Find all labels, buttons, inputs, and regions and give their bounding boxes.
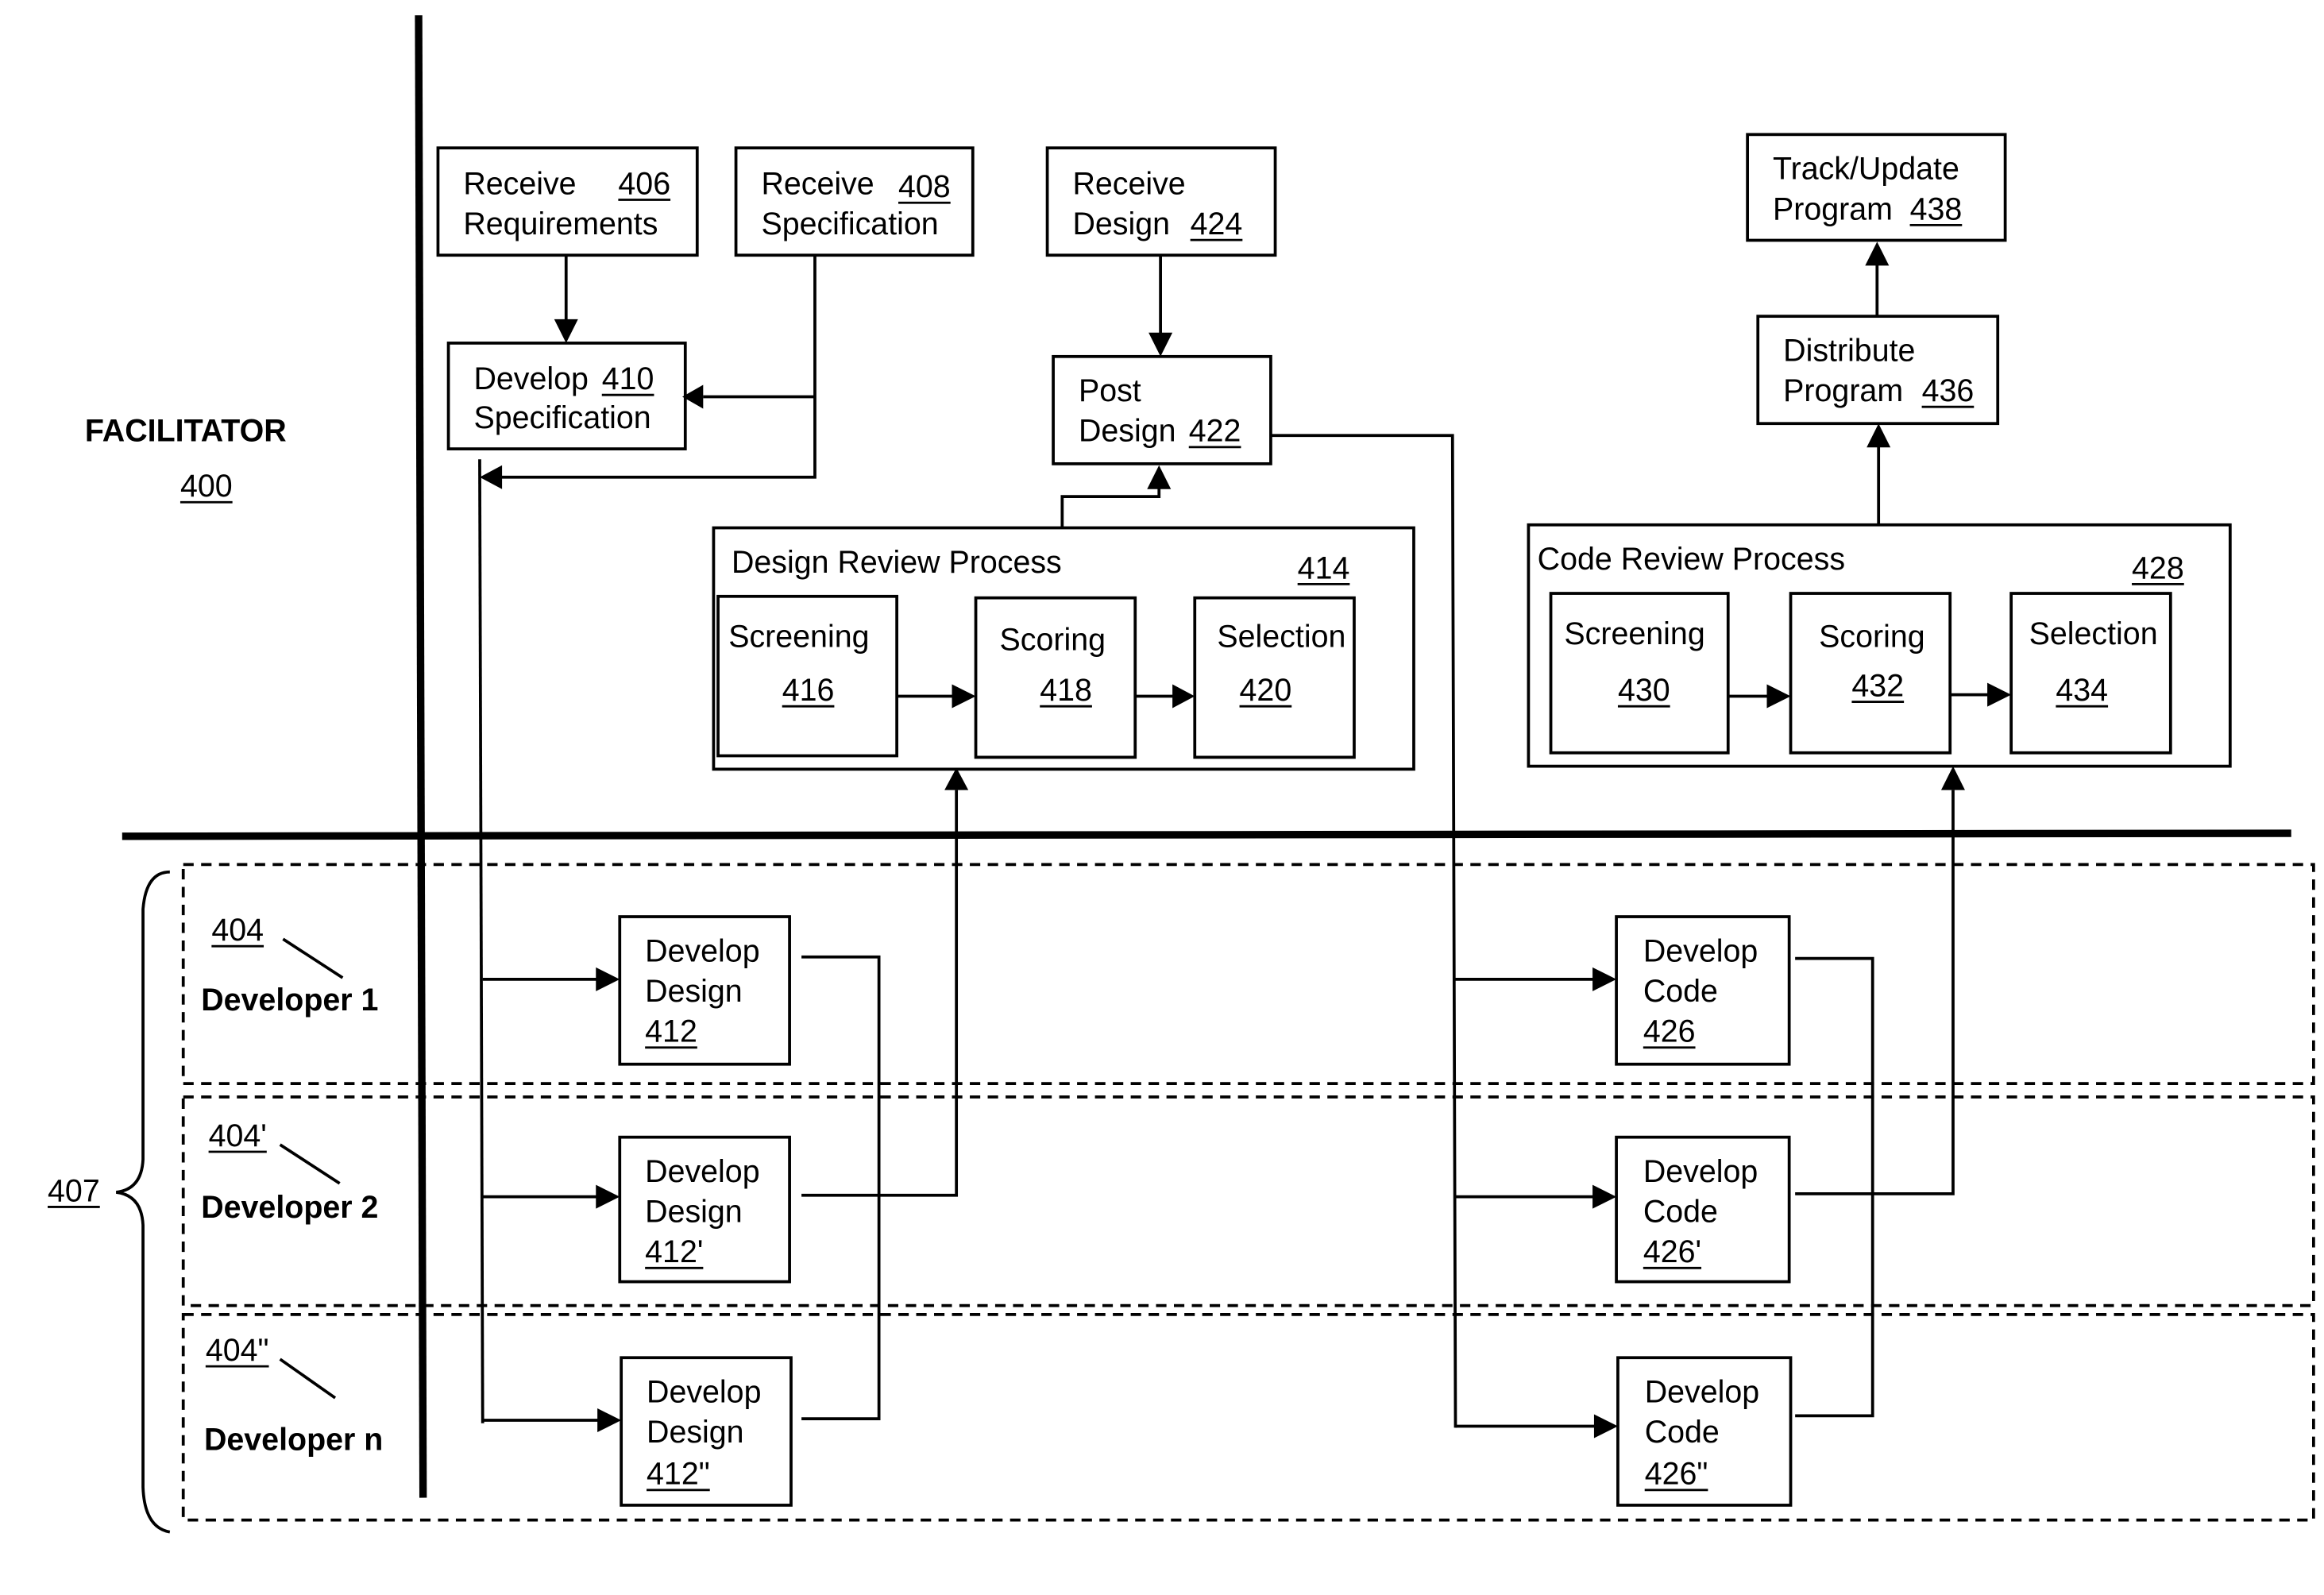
design-scoring-step: Scoring 418: [974, 596, 1137, 759]
box-text: Design: [645, 1195, 743, 1230]
box-text: Design: [647, 1415, 744, 1450]
process-title: Code Review Process: [1538, 542, 1845, 577]
box-text: Distribute: [1783, 333, 1915, 368]
step-label: Screening: [1564, 616, 1704, 651]
box-text: Develop: [1643, 933, 1758, 968]
developer-ref: 404': [209, 1118, 267, 1153]
box-text: Develop: [473, 361, 588, 396]
process-ref: 428: [2132, 550, 2184, 585]
step-ref: 432: [1851, 668, 1904, 703]
box-text: Develop: [647, 1375, 761, 1410]
receive-specification-box: Receive 408 Specification: [734, 146, 975, 257]
box-text: Program: [1783, 373, 1903, 408]
process-title: Design Review Process: [732, 545, 1062, 580]
box-text: Track/Update: [1773, 152, 1959, 187]
box-text: Receive: [761, 166, 874, 201]
developer-lane-n: [181, 1312, 2315, 1522]
step-label: Scoring: [1000, 622, 1106, 657]
box-text: Develop: [1645, 1375, 1759, 1410]
developer-lane-2: [181, 1095, 2315, 1307]
box-ref: 426': [1643, 1234, 1701, 1269]
receive-requirements-box: Receive 406 Requirements: [436, 146, 699, 257]
develop-specification-box: Develop 410 Specification: [446, 342, 687, 450]
box-text: Code: [1645, 1415, 1720, 1450]
facilitator-ref: 400: [180, 469, 233, 504]
developer-n-label: 404" Developer n: [204, 1333, 383, 1458]
box-ref: 436: [1922, 373, 1975, 408]
box-text: Design: [1072, 207, 1170, 241]
develop-code-box-1: Develop Code 426: [1615, 915, 1791, 1066]
step-ref: 434: [2056, 673, 2108, 708]
box-text: Receive: [1072, 166, 1185, 201]
box-ref: 438: [1910, 191, 1963, 226]
design-review-process: Design Review Process 414 Screening 416 …: [712, 526, 1415, 771]
design-screening-step: Screening 416: [716, 594, 899, 758]
box-text: Code: [1643, 974, 1718, 1009]
box-text: Code: [1643, 1195, 1718, 1230]
develop-code-box-2: Develop Code 426': [1615, 1135, 1791, 1284]
step-ref: 416: [782, 673, 835, 708]
code-scoring-step: Scoring 432: [1789, 592, 1952, 755]
developer-ref: 404: [211, 913, 264, 948]
box-ref: 426: [1643, 1014, 1696, 1049]
lane-divider-vertical: [415, 15, 427, 1498]
box-text: Specification: [473, 400, 650, 435]
box-text: Design: [1079, 414, 1176, 449]
box-ref: 410: [602, 361, 654, 396]
box-ref: 412': [645, 1234, 703, 1269]
post-design-box: Post Design 422: [1052, 354, 1272, 465]
facilitator-label: FACILITATOR: [85, 414, 287, 449]
code-selection-step: Selection 434: [2009, 592, 2172, 755]
step-label: Screening: [728, 620, 869, 655]
box-text: Specification: [761, 207, 938, 241]
develop-design-box-n: Develop Design 412": [620, 1356, 793, 1507]
step-label: Scoring: [1819, 620, 1925, 655]
receive-design-box: Receive Design 424: [1045, 146, 1277, 257]
facilitator-developer-flow-diagram: FACILITATOR 400 Receive 406 Requirements…: [48, 15, 2315, 1534]
develop-design-box-2: Develop Design 412': [618, 1135, 791, 1284]
step-ref: 420: [1240, 673, 1292, 708]
code-screening-step: Screening 430: [1549, 592, 1730, 755]
box-text: Design: [645, 974, 743, 1009]
developer-1-label: 404 Developer 1: [201, 913, 378, 1018]
box-text: Program: [1773, 191, 1893, 226]
box-ref: 412: [645, 1014, 697, 1049]
developer-name: Developer 2: [201, 1190, 378, 1225]
developer-name: Developer 1: [201, 983, 378, 1018]
group-ref: 407: [48, 1173, 100, 1208]
box-text: Develop: [1643, 1154, 1758, 1189]
design-selection-step: Selection 420: [1193, 596, 1356, 759]
box-text: Receive: [463, 166, 576, 201]
step-label: Selection: [2029, 616, 2158, 651]
distribute-program-box: Distribute Program 436: [1756, 315, 2000, 426]
box-ref: 422: [1189, 414, 1241, 449]
box-text: Develop: [645, 933, 759, 968]
step-ref: 430: [1618, 673, 1670, 708]
box-ref: 406: [618, 166, 670, 201]
step-ref: 418: [1040, 673, 1092, 708]
box-text: Post: [1079, 373, 1141, 408]
developer-2-label: 404' Developer 2: [201, 1118, 378, 1225]
box-ref: 412": [647, 1457, 710, 1492]
box-ref: 424: [1191, 207, 1243, 241]
lane-divider-horizontal: [122, 829, 2291, 840]
box-text: Develop: [645, 1154, 759, 1189]
box-ref: 426": [1645, 1457, 1708, 1492]
develop-code-box-n: Develop Code 426": [1616, 1356, 1793, 1507]
box-ref: 408: [898, 169, 951, 204]
developer-lane-1: [181, 863, 2315, 1085]
group-brace: [116, 870, 171, 1534]
box-text: Requirements: [463, 207, 658, 241]
track-update-program-box: Track/Update Program 438: [1746, 133, 2007, 242]
developer-ref: 404": [206, 1333, 269, 1368]
code-review-process: Code Review Process 428 Screening 430 Sc…: [1527, 523, 2232, 768]
developer-name: Developer n: [204, 1423, 383, 1458]
process-ref: 414: [1298, 550, 1350, 585]
step-label: Selection: [1217, 620, 1345, 655]
develop-design-box-1: Develop Design 412: [618, 915, 791, 1066]
